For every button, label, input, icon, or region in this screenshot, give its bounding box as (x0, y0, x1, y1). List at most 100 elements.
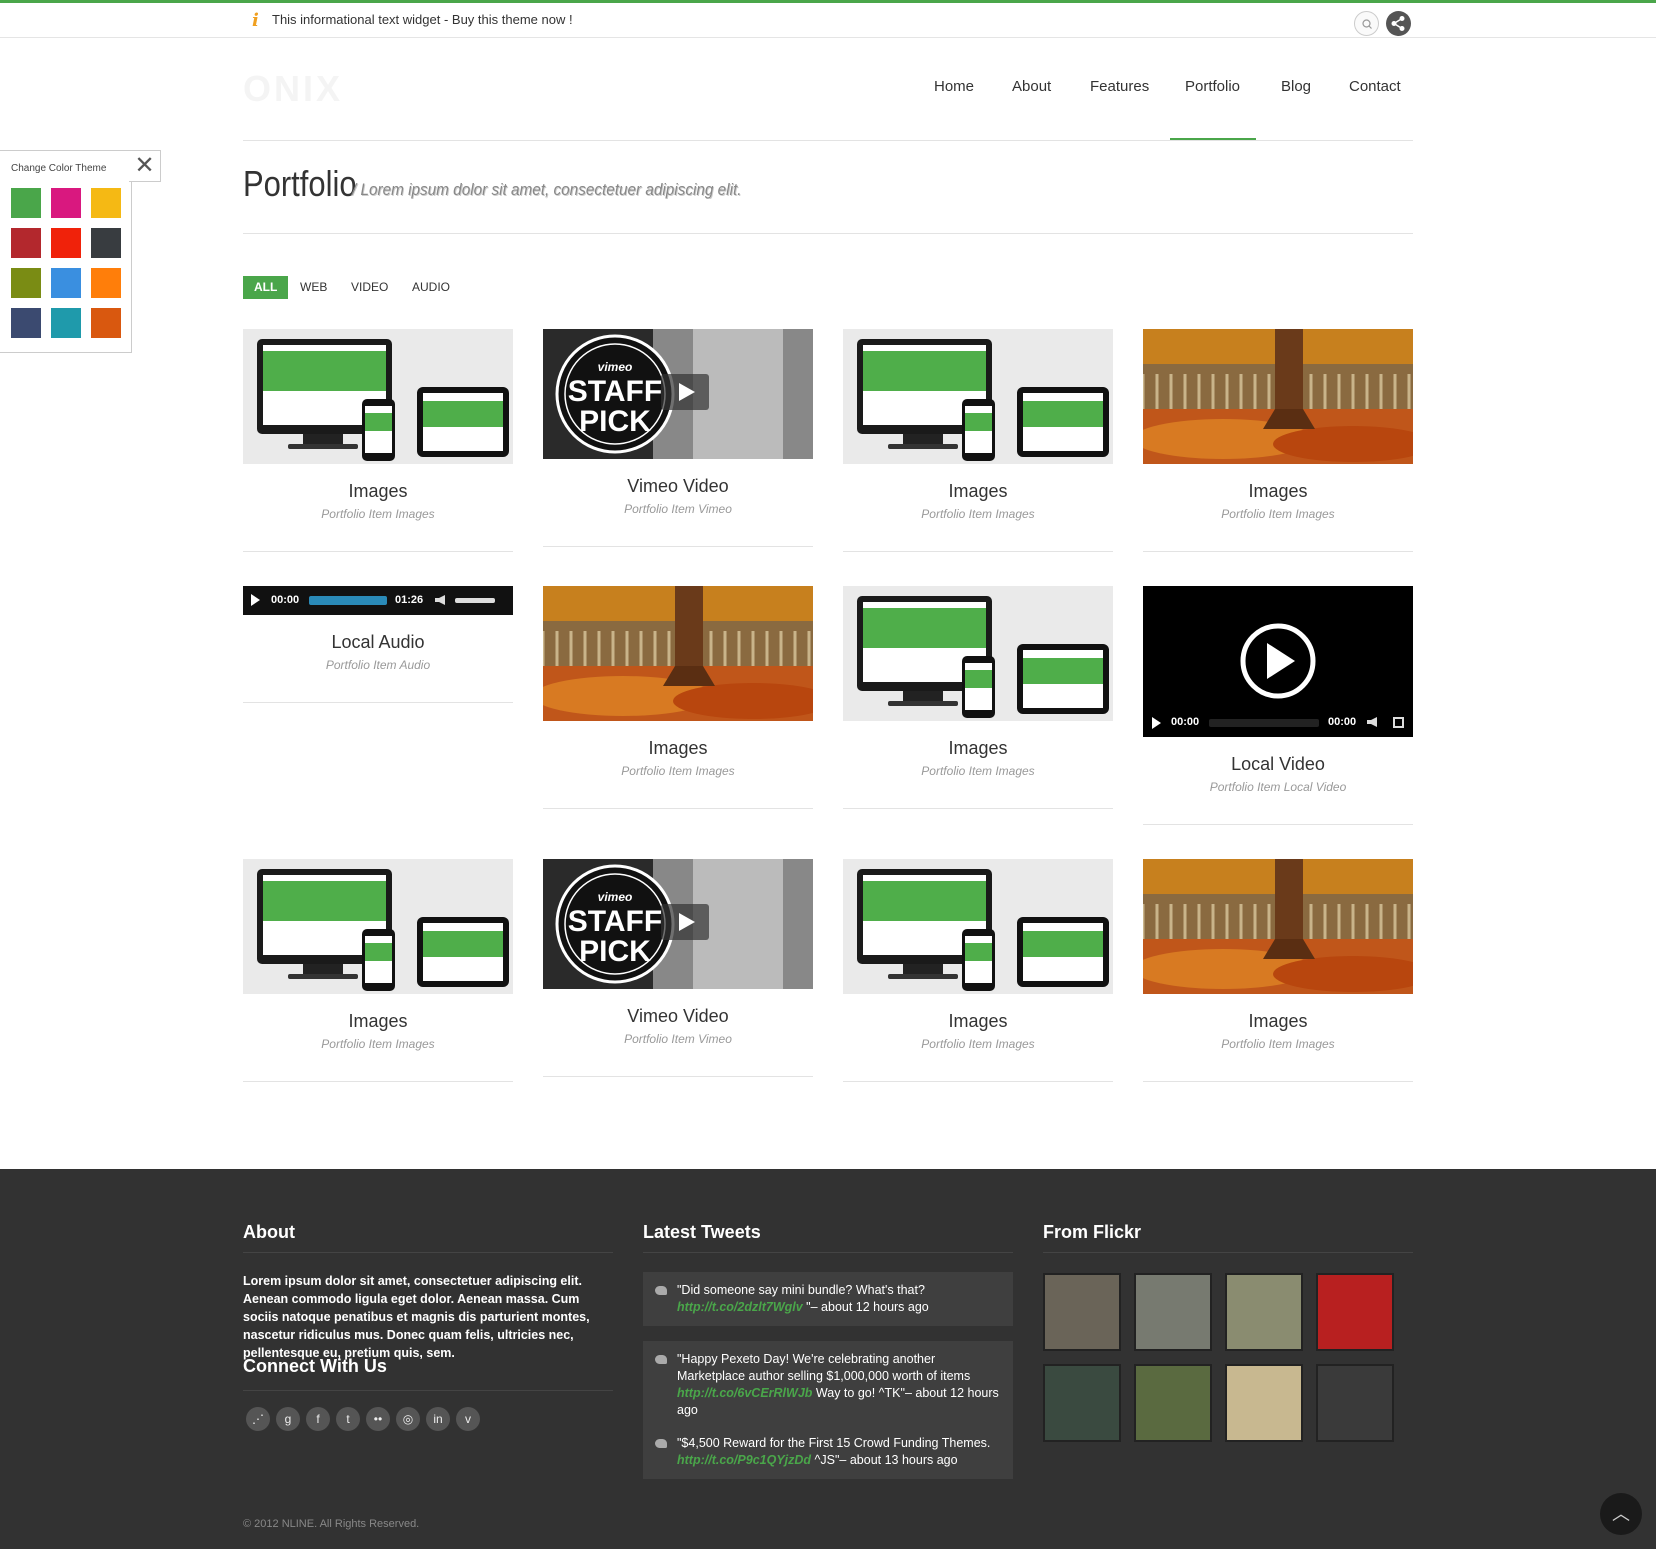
volume-icon[interactable] (435, 595, 445, 605)
share-button[interactable] (1386, 11, 1411, 36)
portfolio-thumbnail[interactable] (243, 329, 513, 464)
flickr-photo[interactable] (1043, 1364, 1121, 1442)
svg-text:STAFF: STAFF (568, 905, 662, 938)
portfolio-thumbnail[interactable] (843, 586, 1113, 721)
color-swatch[interactable] (11, 188, 41, 218)
portfolio-item-category: Portfolio Item Images (921, 1037, 1035, 1051)
devices-image (843, 859, 1113, 994)
portfolio-thumbnail[interactable] (843, 859, 1113, 994)
back-to-top-button[interactable]: ︿ (1600, 1493, 1642, 1535)
tweet-link[interactable]: http://t.co/6vCErRlWJb (677, 1386, 812, 1400)
portfolio-item-title[interactable]: Images (843, 481, 1113, 502)
portfolio-item-title[interactable]: Images (1143, 481, 1413, 502)
share-icon[interactable]: ⋰ (246, 1407, 270, 1431)
color-swatch[interactable] (91, 308, 121, 338)
portfolio-item-category: Portfolio Item Images (321, 507, 435, 521)
svg-text:vimeo: vimeo (598, 360, 633, 374)
color-swatch[interactable] (91, 228, 121, 258)
facebook-icon[interactable]: f (306, 1407, 330, 1431)
color-swatch[interactable] (11, 308, 41, 338)
nav-blog[interactable]: Blog (1281, 78, 1311, 95)
vimeo-thumbnail: vimeo STAFF PICK (543, 859, 813, 989)
color-panel-close-button[interactable]: ✕ (129, 150, 161, 182)
filter-audio[interactable]: AUDIO (401, 276, 461, 299)
search-button[interactable] (1354, 11, 1379, 36)
vimeo-player[interactable]: vimeo STAFF PICK (543, 859, 813, 989)
twitter-icon[interactable]: t (336, 1407, 360, 1431)
nav-contact[interactable]: Contact (1349, 78, 1401, 95)
tweet-link[interactable]: http://t.co/P9c1QYjzDd (677, 1453, 811, 1467)
flickr-photo[interactable] (1316, 1273, 1394, 1351)
portfolio-item-title[interactable]: Images (843, 738, 1113, 759)
info-text[interactable]: This informational text widget - Buy thi… (272, 12, 573, 27)
portfolio-item-title[interactable]: Vimeo Video (543, 1006, 813, 1027)
portfolio-thumbnail[interactable] (243, 859, 513, 994)
footer-flickr-heading: From Flickr (1043, 1222, 1142, 1242)
color-swatch[interactable] (51, 308, 81, 338)
audio-progress-track[interactable] (309, 596, 387, 605)
portfolio-thumbnail[interactable] (1143, 329, 1413, 464)
filter-web[interactable]: WEB (289, 276, 338, 299)
filter-video[interactable]: VIDEO (340, 276, 399, 299)
portfolio-thumbnail[interactable] (543, 586, 813, 721)
color-swatch[interactable] (51, 268, 81, 298)
nav-about[interactable]: About (1012, 78, 1051, 95)
play-icon[interactable] (251, 594, 260, 606)
tweet-item: "$4,500 Reward for the First 15 Crowd Fu… (643, 1425, 1013, 1479)
portfolio-item-title[interactable]: Images (243, 481, 513, 502)
google-icon[interactable]: g (276, 1407, 300, 1431)
video-player[interactable]: 00:00 00:00 (1143, 586, 1413, 737)
portfolio-item-category: Portfolio Item Images (321, 1037, 435, 1051)
color-swatch[interactable] (91, 188, 121, 218)
portfolio-thumbnail[interactable] (843, 329, 1113, 464)
filter-all[interactable]: ALL (243, 276, 289, 299)
play-icon[interactable] (1143, 586, 1413, 708)
fullscreen-icon[interactable] (1393, 717, 1404, 728)
portfolio-item-title[interactable]: Local Video (1143, 754, 1413, 775)
color-swatch[interactable] (91, 268, 121, 298)
portfolio-item-title[interactable]: Images (843, 1011, 1113, 1032)
audio-player[interactable]: 00:00 01:26 (243, 586, 513, 615)
video-progress-track[interactable] (1209, 719, 1319, 727)
color-swatch[interactable] (51, 188, 81, 218)
svg-text:vimeo: vimeo (598, 890, 633, 904)
nav-features[interactable]: Features (1090, 78, 1149, 95)
flickr-photo[interactable] (1225, 1273, 1303, 1351)
tweet-item: "Did someone say mini bundle? What's tha… (643, 1272, 1013, 1326)
tweet-link[interactable]: http://t.co/2dzlt7Wglv (677, 1300, 803, 1314)
portfolio-item-title[interactable]: Vimeo Video (543, 476, 813, 497)
flickr-photo[interactable] (1043, 1273, 1121, 1351)
flickr-photo[interactable] (1134, 1273, 1212, 1351)
volume-icon[interactable] (1367, 717, 1377, 727)
nav-portfolio[interactable]: Portfolio (1185, 78, 1240, 95)
portfolio-item-divider (243, 551, 513, 552)
portfolio-item-divider (543, 808, 813, 809)
color-swatch[interactable] (11, 268, 41, 298)
portfolio-item-divider (543, 1076, 813, 1077)
volume-slider[interactable] (455, 598, 495, 603)
flickr-photo[interactable] (1225, 1364, 1303, 1442)
twitter-icon (655, 1355, 667, 1364)
flickr-photo[interactable] (1316, 1364, 1394, 1442)
flickr-photo[interactable] (1134, 1364, 1212, 1442)
flickr-icon[interactable]: •• (366, 1407, 390, 1431)
play-icon[interactable] (1152, 717, 1161, 729)
nav-home[interactable]: Home (934, 78, 974, 95)
vimeo-icon[interactable]: v (456, 1407, 480, 1431)
color-swatch[interactable] (11, 228, 41, 258)
portfolio-item-title[interactable]: Images (543, 738, 813, 759)
devices-image (243, 329, 513, 464)
vimeo-player[interactable]: vimeo STAFF PICK (543, 329, 813, 459)
portfolio-item-title[interactable]: Images (1143, 1011, 1413, 1032)
color-swatch[interactable] (51, 228, 81, 258)
video-duration: 00:00 (1328, 716, 1357, 728)
portfolio-item-title[interactable]: Images (243, 1011, 513, 1032)
portfolio-item-title[interactable]: Local Audio (243, 632, 513, 653)
linkedin-icon[interactable]: in (426, 1407, 450, 1431)
portfolio-thumbnail[interactable] (1143, 859, 1413, 994)
site-logo[interactable]: ONIX (243, 68, 343, 110)
footer-divider-connect (243, 1390, 613, 1391)
svg-text:PICK: PICK (579, 935, 651, 968)
dribbble-icon[interactable]: ◎ (396, 1407, 420, 1431)
footer-about-heading: About (243, 1222, 295, 1242)
